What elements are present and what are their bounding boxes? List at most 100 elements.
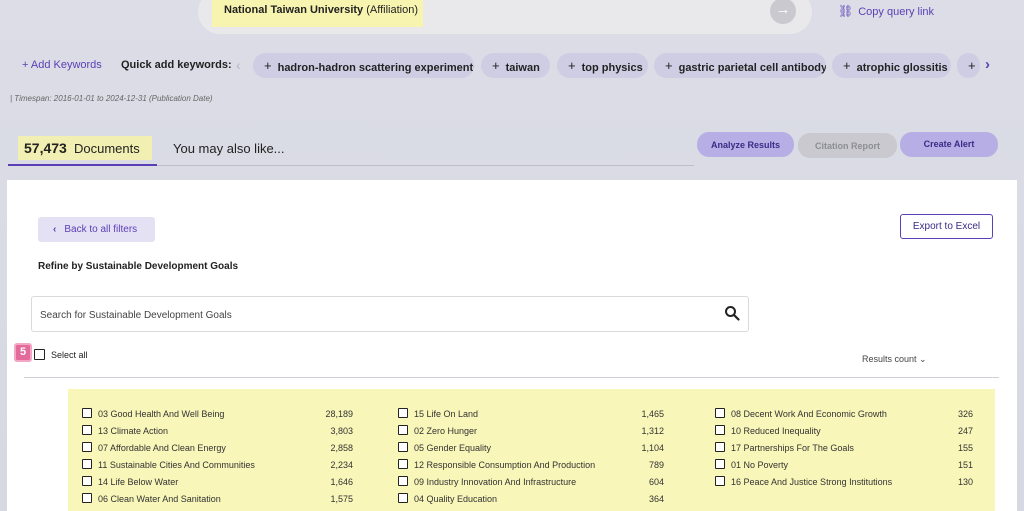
sdg-option[interactable]: 03 Good Health And Well Being 28,189: [82, 408, 353, 421]
sdg-checkbox[interactable]: [398, 459, 408, 469]
sdg-count: 1,104: [641, 443, 664, 453]
plus-icon: +: [492, 58, 500, 73]
search-icon[interactable]: [724, 305, 740, 324]
keyword-chip[interactable]: + hadron-hadron scattering experiments: [253, 53, 474, 78]
add-keywords-button[interactable]: + Add Keywords: [22, 59, 102, 71]
sdg-count: 28,189: [325, 409, 353, 419]
sdg-count: 247: [957, 426, 973, 436]
sdg-checkbox[interactable]: [715, 408, 725, 418]
sdg-checkbox[interactable]: [82, 442, 92, 452]
sdg-checkbox[interactable]: [398, 476, 408, 486]
sdg-checkbox[interactable]: [82, 408, 92, 418]
back-to-filters-button[interactable]: ‹ Back to all filters: [38, 217, 155, 242]
keyword-chip-label: taiwan: [505, 62, 540, 74]
sdg-option[interactable]: 16 Peace And Justice Strong Institutions…: [715, 476, 981, 489]
keyword-chip-label: atrophic glossitis: [856, 62, 948, 74]
select-all-checkbox[interactable]: [34, 349, 45, 360]
plus-icon: +: [665, 58, 673, 73]
sdg-label: 09 Industry Innovation And Infrastructur…: [414, 477, 577, 487]
sdg-checkbox[interactable]: [82, 425, 92, 435]
analyze-results-button[interactable]: Analyze Results: [697, 132, 794, 157]
sdg-label: 02 Zero Hunger: [414, 426, 478, 436]
sdg-count: 2,234: [330, 460, 353, 470]
sdg-option[interactable]: 15 Life On Land 1,465: [398, 408, 664, 421]
sdg-count: 1,465: [641, 409, 664, 419]
sdg-checkbox[interactable]: [82, 476, 92, 486]
sdg-option[interactable]: 08 Decent Work And Economic Growth 326: [715, 408, 981, 421]
sdg-checkbox[interactable]: [82, 493, 92, 503]
sdg-option[interactable]: 12 Responsible Consumption And Productio…: [398, 459, 664, 472]
sdg-checkbox[interactable]: [398, 425, 408, 435]
chevron-left-icon[interactable]: ‹: [236, 57, 241, 73]
query-affiliation-chip[interactable]: National Taiwan University (Affiliation): [212, 0, 423, 27]
tab-you-may-also-like[interactable]: You may also like...: [173, 141, 285, 156]
sdg-option[interactable]: 07 Affordable And Clean Energy 2,858: [82, 442, 353, 455]
sdg-label: 05 Gender Equality: [414, 443, 492, 453]
back-to-filters-label: Back to all filters: [64, 224, 138, 235]
sdg-option[interactable]: 04 Quality Education 364: [398, 493, 664, 506]
sdg-label: 08 Decent Work And Economic Growth: [731, 409, 887, 419]
sdg-label: 17 Partnerships For The Goals: [731, 443, 854, 453]
sdg-option[interactable]: 05 Gender Equality 1,104: [398, 442, 664, 455]
copy-query-link[interactable]: ⛓ Copy query link: [838, 4, 934, 18]
step-badge: 5: [14, 343, 32, 362]
chevron-right-icon[interactable]: ›: [985, 56, 990, 73]
sdg-checkbox[interactable]: [715, 425, 725, 435]
sdg-option[interactable]: 09 Industry Innovation And Infrastructur…: [398, 476, 664, 489]
copy-query-link-label: Copy query link: [858, 6, 935, 18]
sdg-label: 12 Responsible Consumption And Productio…: [414, 460, 596, 470]
sdg-option[interactable]: 11 Sustainable Cities And Communities 2,2…: [82, 459, 353, 472]
citation-report-button[interactable]: Citation Report: [798, 133, 897, 158]
keyword-chip[interactable]: +: [957, 53, 980, 78]
sdg-count: 2,858: [330, 443, 353, 453]
sdg-label: 01 No Poverty: [731, 460, 789, 470]
sdg-checkbox[interactable]: [398, 493, 408, 503]
sdg-option[interactable]: 14 Life Below Water 1,646: [82, 476, 353, 489]
plus-icon: +: [568, 58, 576, 73]
sdg-option[interactable]: 01 No Poverty 151: [715, 459, 981, 472]
tab-documents[interactable]: 57,473 Documents: [8, 133, 157, 166]
sdg-label: 13 Climate Action: [98, 426, 169, 436]
sdg-label: 10 Reduced Inequality: [731, 426, 821, 436]
sdg-search-input[interactable]: Search for Sustainable Development Goals: [31, 296, 749, 332]
divider: [24, 377, 999, 378]
sdg-label: 14 Life Below Water: [98, 477, 179, 487]
sdg-count: 1,575: [330, 494, 353, 504]
keyword-chip[interactable]: + taiwan: [481, 53, 550, 78]
sdg-option[interactable]: 10 Reduced Inequality 247: [715, 425, 981, 438]
sdg-checkbox[interactable]: [82, 459, 92, 469]
sdg-option[interactable]: 13 Climate Action 3,803: [82, 425, 353, 438]
sdg-checkbox[interactable]: [715, 476, 725, 486]
sdg-count: 130: [957, 477, 973, 487]
sdg-checkbox[interactable]: [398, 408, 408, 418]
sdg-option[interactable]: 02 Zero Hunger 1,312: [398, 425, 664, 438]
plus-icon: +: [968, 58, 976, 73]
sdg-count: 1,312: [641, 426, 664, 436]
search-placeholder: Search for Sustainable Development Goals: [40, 310, 232, 321]
sdg-label: 15 Life On Land: [414, 409, 479, 419]
refine-title: Refine by Sustainable Development Goals: [38, 261, 239, 272]
keyword-chip[interactable]: + gastric parietal cell antibody: [654, 53, 826, 78]
sdg-option[interactable]: 17 Partnerships For The Goals 155: [715, 442, 981, 455]
sdg-count: 155: [957, 443, 973, 453]
keyword-chip[interactable]: + top physics: [557, 53, 648, 78]
sdg-label: 11 Sustainable Cities And Communities: [98, 460, 255, 470]
chevron-down-icon: ⌄: [919, 354, 927, 364]
results-count-sort[interactable]: Results count ⌄: [862, 354, 927, 365]
query-chip-suffix: (Affiliation): [363, 4, 418, 16]
documents-label: Documents: [74, 141, 140, 156]
sdg-checkbox[interactable]: [398, 442, 408, 452]
sdg-option[interactable]: 06 Clean Water And Sanitation 1,575: [82, 493, 353, 506]
keyword-chip-label: gastric parietal cell antibody: [678, 62, 826, 74]
keyword-chip[interactable]: + atrophic glossitis: [832, 53, 951, 78]
export-to-excel-button[interactable]: Export to Excel: [900, 214, 993, 239]
sdg-list: 03 Good Health And Well Being 28,189 13 C…: [68, 389, 995, 511]
create-alert-button[interactable]: Create Alert: [900, 132, 998, 157]
plus-icon: +: [843, 58, 851, 73]
quick-add-label: Quick add keywords:: [121, 59, 232, 71]
sdg-checkbox[interactable]: [715, 442, 725, 452]
sdg-checkbox[interactable]: [715, 459, 725, 469]
select-all-label: Select all: [51, 350, 88, 360]
results-count-label: Results count: [862, 354, 917, 364]
sdg-label: 04 Quality Education: [414, 494, 498, 504]
